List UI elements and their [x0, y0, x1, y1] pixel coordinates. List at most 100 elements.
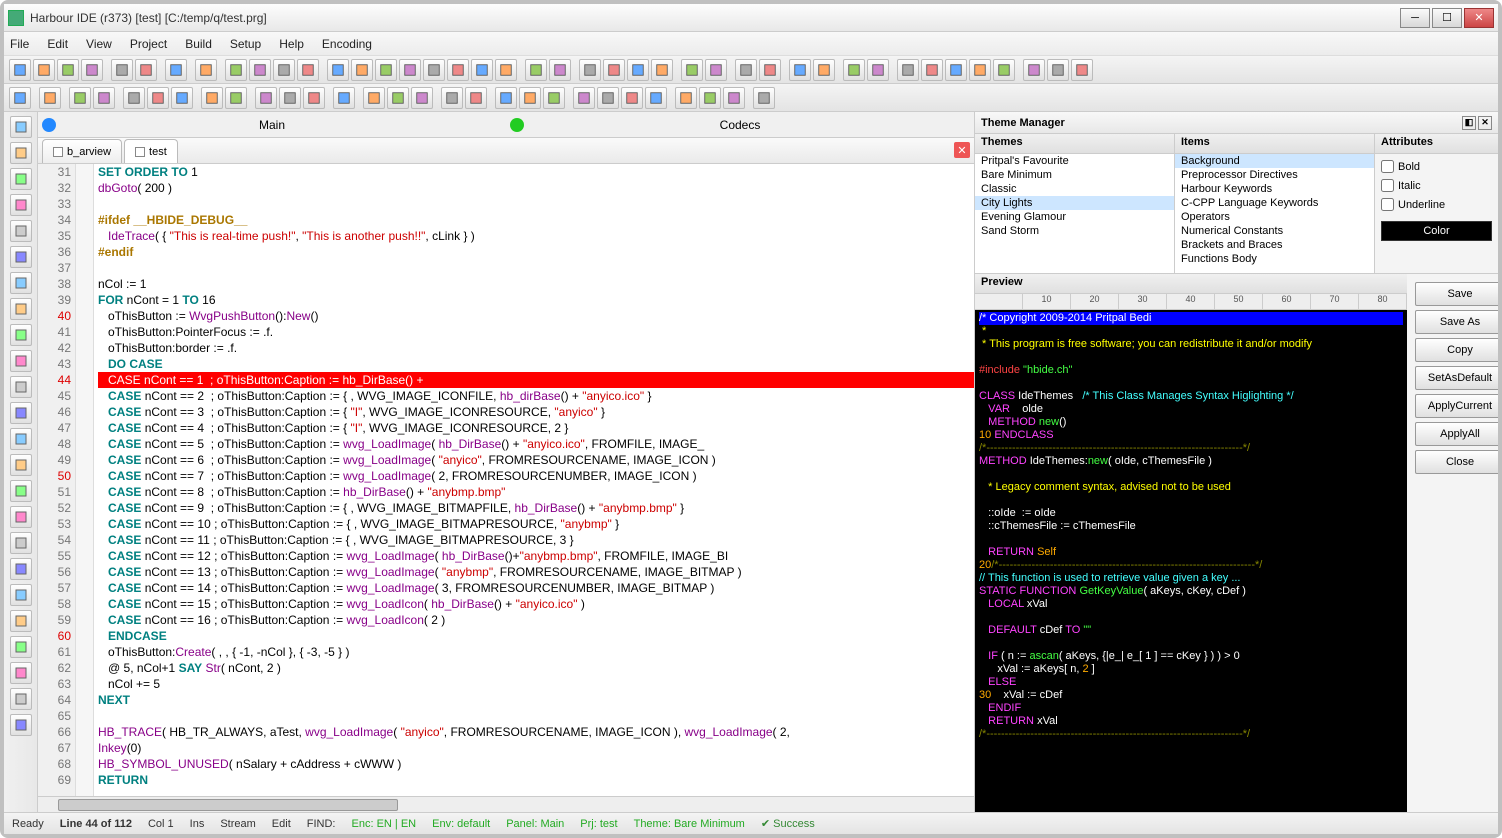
toolbar-button[interactable]	[93, 87, 115, 109]
code-line[interactable]: oThisButton:Create( , , { -1, -nCol }, {…	[98, 644, 974, 660]
side-button[interactable]	[10, 272, 32, 294]
toolbar-button[interactable]	[9, 59, 31, 81]
code-line[interactable]: #endif	[98, 244, 974, 260]
toolbar-button[interactable]	[33, 59, 55, 81]
toolbar-button[interactable]	[387, 87, 409, 109]
tab-group-main[interactable]: Main	[38, 112, 506, 137]
side-button[interactable]	[10, 376, 32, 398]
toolbar-button[interactable]	[597, 87, 619, 109]
code-line[interactable]: CASE nCont == 4 ; oThisButton:Caption :=…	[98, 420, 974, 436]
toolbar-button[interactable]	[225, 59, 247, 81]
toolbar-button[interactable]	[279, 87, 301, 109]
toolbar-button[interactable]	[759, 59, 781, 81]
close-button[interactable]: Close	[1415, 450, 1498, 474]
toolbar-button[interactable]	[39, 87, 61, 109]
toolbar-button[interactable]	[195, 59, 217, 81]
toolbar-button[interactable]	[921, 59, 943, 81]
toolbar-button[interactable]	[495, 59, 517, 81]
syntax-item[interactable]: Harbour Keywords	[1175, 182, 1374, 196]
side-button[interactable]	[10, 610, 32, 632]
menu-setup[interactable]: Setup	[230, 37, 261, 51]
menu-build[interactable]: Build	[185, 37, 212, 51]
menu-help[interactable]: Help	[279, 37, 304, 51]
file-tab-test[interactable]: test	[124, 139, 178, 163]
toolbar-button[interactable]	[993, 59, 1015, 81]
side-button[interactable]	[10, 532, 32, 554]
side-button[interactable]	[10, 402, 32, 424]
save-button[interactable]: Save	[1415, 282, 1498, 306]
theme-item[interactable]: City Lights	[975, 196, 1174, 210]
toolbar-button[interactable]	[81, 59, 103, 81]
toolbar-button[interactable]	[579, 59, 601, 81]
code-line[interactable]: CASE nCont == 5 ; oThisButton:Caption :=…	[98, 436, 974, 452]
code-line[interactable]: CASE nCont == 15 ; oThisButton:Caption :…	[98, 596, 974, 612]
toolbar-button[interactable]	[273, 59, 295, 81]
toolbar-button[interactable]	[363, 87, 385, 109]
close-button[interactable]: ✕	[1464, 8, 1494, 28]
menu-view[interactable]: View	[86, 37, 112, 51]
syntax-item[interactable]: Operators	[1175, 210, 1374, 224]
code-line[interactable]: CASE nCont == 6 ; oThisButton:Caption :=…	[98, 452, 974, 468]
code-line[interactable]: HB_TRACE( HB_TR_ALWAYS, aTest, wvg_LoadI…	[98, 724, 974, 740]
toolbar-button[interactable]	[813, 59, 835, 81]
toolbar-button[interactable]	[255, 87, 277, 109]
side-button[interactable]	[10, 688, 32, 710]
toolbar-button[interactable]	[111, 59, 133, 81]
toolbar-button[interactable]	[1047, 59, 1069, 81]
theme-item[interactable]: Classic	[975, 182, 1174, 196]
code-line[interactable]: CASE nCont == 13 ; oThisButton:Caption :…	[98, 564, 974, 580]
applycurrent-button[interactable]: ApplyCurrent	[1415, 394, 1498, 418]
toolbar-button[interactable]	[945, 59, 967, 81]
toolbar-button[interactable]	[645, 87, 667, 109]
scrollbar-thumb[interactable]	[58, 799, 398, 811]
toolbar-button[interactable]	[573, 87, 595, 109]
toolbar-button[interactable]	[201, 87, 223, 109]
code-line[interactable]: CASE nCont == 12 ; oThisButton:Caption :…	[98, 548, 974, 564]
code-line[interactable]: CASE nCont == 16 ; oThisButton:Caption :…	[98, 612, 974, 628]
toolbar-button[interactable]	[705, 59, 727, 81]
code-line[interactable]: Inkey(0)	[98, 740, 974, 756]
toolbar-button[interactable]	[897, 59, 919, 81]
toolbar-button[interactable]	[333, 87, 355, 109]
toolbar-button[interactable]	[411, 87, 433, 109]
toolbar-button[interactable]	[753, 87, 775, 109]
toolbar-button[interactable]	[519, 87, 541, 109]
side-button[interactable]	[10, 350, 32, 372]
side-button[interactable]	[10, 506, 32, 528]
code-line[interactable]: SET ORDER TO 1	[98, 164, 974, 180]
menu-encoding[interactable]: Encoding	[322, 37, 372, 51]
toolbar-button[interactable]	[69, 87, 91, 109]
maximize-button[interactable]: ☐	[1432, 8, 1462, 28]
code-line[interactable]: RETURN	[98, 772, 974, 788]
code-line[interactable]: CASE nCont == 1 ; oThisButton:Caption :=…	[98, 372, 974, 388]
theme-item[interactable]: Bare Minimum	[975, 168, 1174, 182]
toolbar-button[interactable]	[327, 59, 349, 81]
side-button[interactable]	[10, 324, 32, 346]
syntax-item[interactable]: Preprocessor Directives	[1175, 168, 1374, 182]
toolbar-button[interactable]	[525, 59, 547, 81]
code-line[interactable]: NEXT	[98, 692, 974, 708]
toolbar-button[interactable]	[297, 59, 319, 81]
code-line[interactable]: IdeTrace( { "This is real-time push!", "…	[98, 228, 974, 244]
menu-project[interactable]: Project	[130, 37, 167, 51]
panel-undock-button[interactable]: ◧	[1462, 116, 1476, 130]
code-line[interactable]: nCol += 5	[98, 676, 974, 692]
theme-item[interactable]: Pritpal's Favourite	[975, 154, 1174, 168]
color-button[interactable]: Color	[1381, 221, 1492, 241]
items-list[interactable]: BackgroundPreprocessor DirectivesHarbour…	[1175, 154, 1374, 273]
code-line[interactable]: ENDCASE	[98, 628, 974, 644]
toolbar-button[interactable]	[723, 87, 745, 109]
code-line[interactable]: oThisButton := WvgPushButton():New()	[98, 308, 974, 324]
toolbar-button[interactable]	[681, 59, 703, 81]
toolbar-button[interactable]	[495, 87, 517, 109]
toolbar-button[interactable]	[123, 87, 145, 109]
toolbar-button[interactable]	[789, 59, 811, 81]
side-button[interactable]	[10, 558, 32, 580]
menu-file[interactable]: File	[10, 37, 29, 51]
themes-list[interactable]: Pritpal's FavouriteBare MinimumClassicCi…	[975, 154, 1174, 273]
code-line[interactable]: CASE nCont == 7 ; oThisButton:Caption :=…	[98, 468, 974, 484]
syntax-item[interactable]: Brackets and Braces	[1175, 238, 1374, 252]
theme-item[interactable]: Evening Glamour	[975, 210, 1174, 224]
toolbar-button[interactable]	[447, 59, 469, 81]
tab-group-codecs[interactable]: Codecs	[506, 112, 974, 137]
